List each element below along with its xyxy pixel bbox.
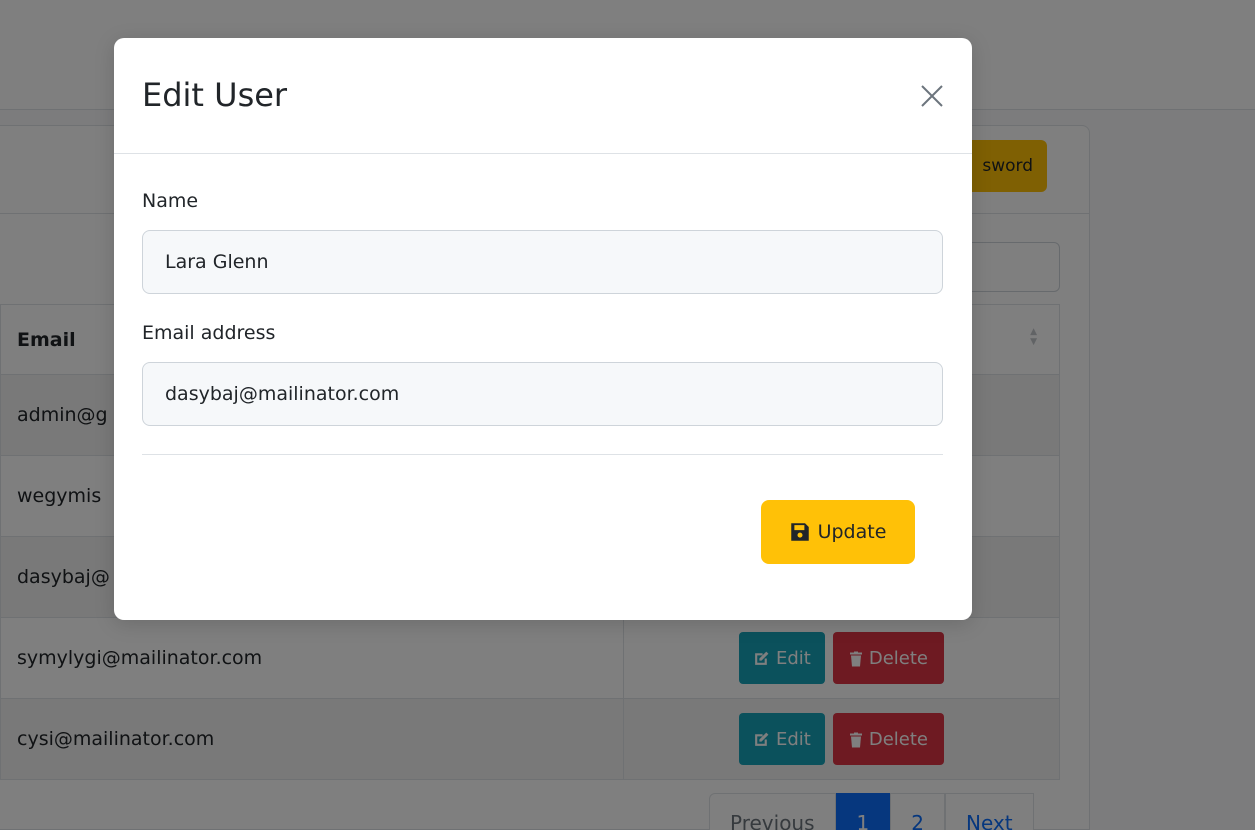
email-label: Email address [142,322,276,344]
close-icon [921,85,943,107]
close-button[interactable] [916,80,948,112]
update-button[interactable]: Update [761,500,915,564]
email-input[interactable] [142,362,943,426]
modal-body: Name Email address [114,154,972,455]
save-icon [790,523,809,541]
modal-title: Edit User [142,76,288,114]
update-label: Update [817,521,887,543]
edit-user-modal: Edit User Name Email address Update [114,38,972,620]
name-label: Name [142,190,199,212]
name-input[interactable] [142,230,943,294]
modal-header: Edit User [114,38,972,154]
form-divider [142,454,943,455]
